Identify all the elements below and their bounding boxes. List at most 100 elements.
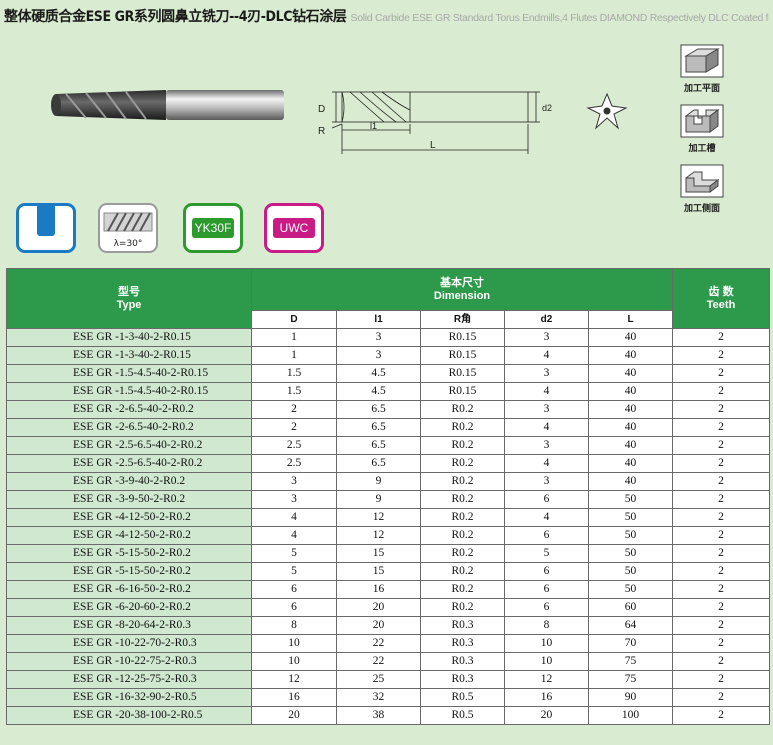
cell-D: 2 xyxy=(251,400,337,419)
cell-l1: 16 xyxy=(336,580,421,599)
cell-teeth: 2 xyxy=(672,706,771,725)
cell-L: 64 xyxy=(587,616,674,635)
table-row: ESE GR -2.5-6.5-40-2-R0.2 2.5 6.5 R0.2 4 40 2 xyxy=(6,454,771,473)
cell-l1: 9 xyxy=(336,472,421,491)
cell-R: R0.15 xyxy=(420,346,505,365)
cell-R: R0.2 xyxy=(420,400,505,419)
cell-l1: 4.5 xyxy=(336,364,421,383)
cell-l1: 4.5 xyxy=(336,382,421,401)
cell-D: 6 xyxy=(251,598,337,617)
cell-D: 2.5 xyxy=(251,454,337,473)
cell-d2: 3 xyxy=(504,328,589,347)
cell-L: 90 xyxy=(587,688,674,707)
table-row: ESE GR -6-20-60-2-R0.2 6 20 R0.2 6 60 2 xyxy=(6,598,771,617)
page-title: 整体硬质合金ESE GR系列圆鼻立铣刀--4刃-DLC钻石涂层 Solid Car… xyxy=(4,6,769,30)
table-row: ESE GR -1-3-40-2-R0.15 1 3 R0.15 4 40 2 xyxy=(6,346,771,365)
cell-R: R0.2 xyxy=(420,418,505,437)
cell-L: 40 xyxy=(587,418,674,437)
cell-d2: 3 xyxy=(504,472,589,491)
cell-D: 3 xyxy=(251,472,337,491)
carbide-grade-badge: YK30F xyxy=(183,203,243,253)
cell-d2: 6 xyxy=(504,598,589,617)
cell-L: 50 xyxy=(587,526,674,545)
helix-icon xyxy=(103,212,153,232)
table-row: ESE GR -5-15-50-2-R0.2 5 15 R0.2 5 50 2 xyxy=(6,544,771,563)
table-row: ESE GR -1.5-4.5-40-2-R0.15 1.5 4.5 R0.15 4 40… xyxy=(6,382,771,401)
dimension-header-en: Dimension xyxy=(433,289,491,302)
cell-teeth: 2 xyxy=(672,544,771,563)
cell-R: R0.2 xyxy=(420,544,505,563)
cell-l1: 38 xyxy=(336,706,421,725)
cell-l1: 3 xyxy=(336,328,421,347)
cell-R: R0.2 xyxy=(420,508,505,527)
teeth-header: 齿 数 Teeth xyxy=(672,268,771,329)
table-row: ESE GR -5-15-50-2-R0.2 5 15 R0.2 6 50 2 xyxy=(6,562,771,581)
cell-D: 2.5 xyxy=(251,436,337,455)
table-row: ESE GR -2.5-6.5-40-2-R0.2 2.5 6.5 R0.2 3 40 2 xyxy=(6,436,771,455)
cell-R: R0.15 xyxy=(420,382,505,401)
cell-type: ESE GR -5-15-50-2-R0.2 xyxy=(6,544,252,563)
cell-D: 1 xyxy=(251,328,337,347)
cell-R: R0.5 xyxy=(420,688,505,707)
spec-table: 型号 Type 基本尺寸 Dimension 齿 数 Teeth D l1 R角… xyxy=(6,268,771,725)
cell-l1: 25 xyxy=(336,670,421,689)
cell-l1: 3 xyxy=(336,346,421,365)
cell-type: ESE GR -10-22-75-2-R0.3 xyxy=(6,652,252,671)
cell-L: 70 xyxy=(587,634,674,653)
cell-teeth: 2 xyxy=(672,634,771,653)
dimension-header: 基本尺寸 Dimension xyxy=(250,268,674,311)
endmill-end-view-icon xyxy=(586,92,628,130)
cell-d2: 5 xyxy=(504,544,589,563)
cell-l1: 9 xyxy=(336,490,421,509)
cell-teeth: 2 xyxy=(672,346,771,365)
dimension-header-cn: 基本尺寸 xyxy=(440,276,485,289)
cell-type: ESE GR -16-32-90-2-R0.5 xyxy=(6,688,252,707)
label-R: R xyxy=(318,126,325,137)
endmill-photo xyxy=(51,90,284,120)
cell-L: 40 xyxy=(587,364,674,383)
cell-D: 1.5 xyxy=(251,382,337,401)
table-row: ESE GR -2-6.5-40-2-R0.2 2 6.5 R0.2 3 40 2 xyxy=(6,400,771,419)
cell-type: ESE GR -1-3-40-2-R0.15 xyxy=(6,346,252,365)
cell-teeth: 2 xyxy=(672,400,771,419)
title-chinese: 整体硬质合金ESE GR系列圆鼻立铣刀--4刃-DLC钻石涂层 xyxy=(4,9,347,25)
col-header-d2: d2 xyxy=(504,310,589,329)
cell-R: R0.15 xyxy=(420,328,505,347)
shank-type-icon xyxy=(37,206,55,236)
cell-d2: 4 xyxy=(504,382,589,401)
cell-R: R0.3 xyxy=(420,670,505,689)
cell-l1: 6.5 xyxy=(336,436,421,455)
cell-l1: 12 xyxy=(336,508,421,527)
cell-R: R0.2 xyxy=(420,472,505,491)
cell-L: 40 xyxy=(587,400,674,419)
endmill-dimension-drawing: D R l1 d2 L xyxy=(318,91,552,154)
cell-L: 75 xyxy=(587,652,674,671)
cell-D: 12 xyxy=(251,670,337,689)
cell-L: 100 xyxy=(587,706,674,725)
cell-l1: 20 xyxy=(336,616,421,635)
coating-badge: UWC xyxy=(264,203,324,253)
cell-d2: 10 xyxy=(504,634,589,653)
cell-D: 5 xyxy=(251,544,337,563)
table-row: ESE GR -12-25-75-2-R0.3 12 25 R0.3 12 75 2 xyxy=(6,670,771,689)
table-row: ESE GR -10-22-75-2-R0.3 10 22 R0.3 10 75 2 xyxy=(6,652,771,671)
cell-d2: 20 xyxy=(504,706,589,725)
cell-type: ESE GR -6-20-60-2-R0.2 xyxy=(6,598,252,617)
cell-D: 4 xyxy=(251,526,337,545)
cell-d2: 4 xyxy=(504,418,589,437)
cell-teeth: 2 xyxy=(672,652,771,671)
cell-type: ESE GR -10-22-70-2-R0.3 xyxy=(6,634,252,653)
helix-angle-badge: λ=30° xyxy=(98,203,158,253)
table-row: ESE GR -6-16-50-2-R0.2 6 16 R0.2 6 50 2 xyxy=(6,580,771,599)
cell-type: ESE GR -2.5-6.5-40-2-R0.2 xyxy=(6,454,252,473)
table-row: ESE GR -1.5-4.5-40-2-R0.15 1.5 4.5 R0.15 3 40… xyxy=(6,364,771,383)
cell-teeth: 2 xyxy=(672,328,771,347)
cell-type: ESE GR -8-20-64-2-R0.3 xyxy=(6,616,252,635)
cell-L: 40 xyxy=(587,328,674,347)
cell-D: 8 xyxy=(251,616,337,635)
cell-L: 50 xyxy=(587,562,674,581)
cell-l1: 20 xyxy=(336,598,421,617)
type-header-en: Type xyxy=(116,298,142,311)
cell-teeth: 2 xyxy=(672,364,771,383)
carbide-grade-label: YK30F xyxy=(192,218,234,238)
